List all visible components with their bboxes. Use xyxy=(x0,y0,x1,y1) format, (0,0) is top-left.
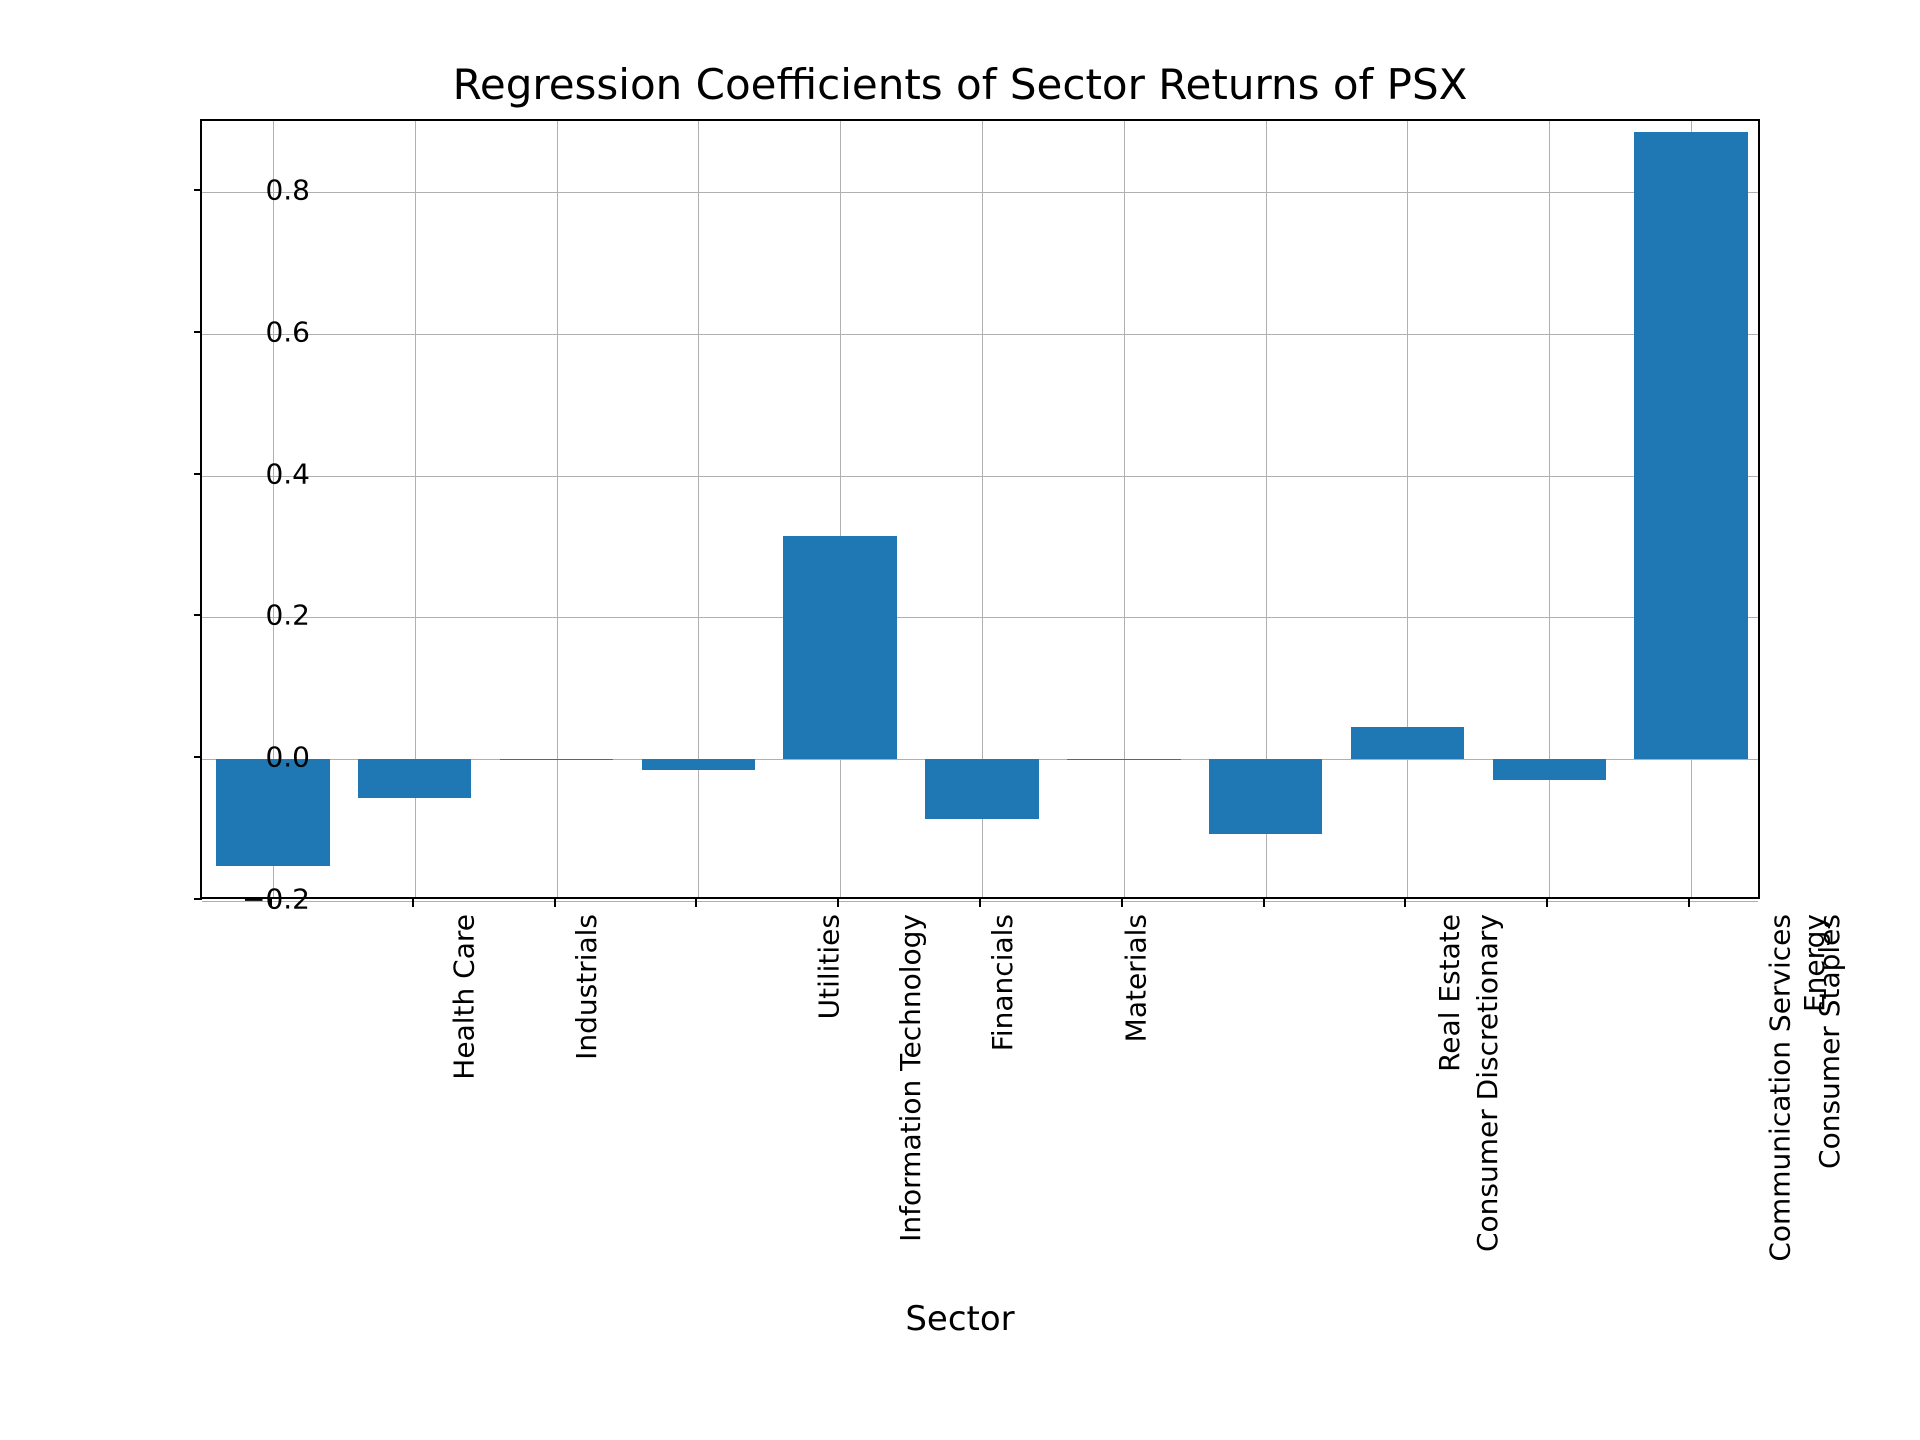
y-tick-label: −0.2 xyxy=(242,883,310,916)
x-tick-label: Industrials xyxy=(570,914,603,1060)
x-axis-label: Sector xyxy=(905,1299,1014,1339)
chart-bar xyxy=(216,759,329,865)
chart-bar xyxy=(1067,759,1180,760)
x-tick xyxy=(1263,899,1265,907)
grid-line-horizontal xyxy=(202,334,1758,335)
chart-bar xyxy=(1209,759,1322,833)
y-tick xyxy=(194,189,202,191)
x-tick-label: Materials xyxy=(1119,914,1152,1042)
x-tick xyxy=(270,899,272,907)
grid-line-horizontal xyxy=(202,476,1758,477)
chart-bar xyxy=(358,759,471,798)
grid-line-horizontal xyxy=(202,617,1758,618)
x-tick-label: Health Care xyxy=(448,914,481,1080)
y-tick-label: 0.0 xyxy=(265,741,310,774)
x-tick xyxy=(695,899,697,907)
x-tick xyxy=(1121,899,1123,907)
grid-line-vertical xyxy=(698,121,699,897)
chart-bar xyxy=(925,759,1038,819)
x-tick-label: Consumer Discretionary xyxy=(1471,914,1504,1252)
chart-bar xyxy=(783,536,896,759)
chart-bar xyxy=(1351,727,1464,759)
grid-line-vertical xyxy=(1407,121,1408,897)
chart-bar xyxy=(1634,132,1747,760)
grid-line-vertical xyxy=(1124,121,1125,897)
y-tick-label: 0.8 xyxy=(265,173,310,206)
y-tick-label: 0.6 xyxy=(265,315,310,348)
grid-line-horizontal xyxy=(202,192,1758,193)
plot-wrap: Regression Coefficients Sector −0.20.00.… xyxy=(120,119,1800,909)
y-tick-label: 0.4 xyxy=(265,457,310,490)
x-tick-label: Financials xyxy=(986,914,1019,1051)
grid-line-vertical xyxy=(557,121,558,897)
x-tick-label: Information Technology xyxy=(893,914,926,1242)
y-tick xyxy=(194,614,202,616)
y-tick xyxy=(194,331,202,333)
chart-bar xyxy=(1493,759,1606,780)
x-tick xyxy=(1546,899,1548,907)
x-tick-label: Utilities xyxy=(813,914,846,1019)
y-tick xyxy=(194,898,202,900)
x-tick xyxy=(837,899,839,907)
y-tick xyxy=(194,756,202,758)
x-tick xyxy=(1688,899,1690,907)
y-tick-label: 0.2 xyxy=(265,599,310,632)
chart-bar xyxy=(500,759,613,760)
chart-title: Regression Coefficients of Sector Return… xyxy=(120,60,1800,109)
x-tick xyxy=(554,899,556,907)
x-tick xyxy=(979,899,981,907)
y-tick xyxy=(194,473,202,475)
grid-line-vertical xyxy=(1549,121,1550,897)
x-tick-label: Energy xyxy=(1798,914,1831,1012)
plot-area xyxy=(200,119,1760,899)
x-tick-label: Communication Services xyxy=(1764,914,1797,1262)
x-tick xyxy=(412,899,414,907)
chart-container: Regression Coefficients of Sector Return… xyxy=(120,60,1800,1380)
x-tick-label: Real Estate xyxy=(1433,914,1466,1072)
chart-bar xyxy=(642,759,755,770)
grid-line-vertical xyxy=(840,121,841,897)
x-tick xyxy=(1404,899,1406,907)
